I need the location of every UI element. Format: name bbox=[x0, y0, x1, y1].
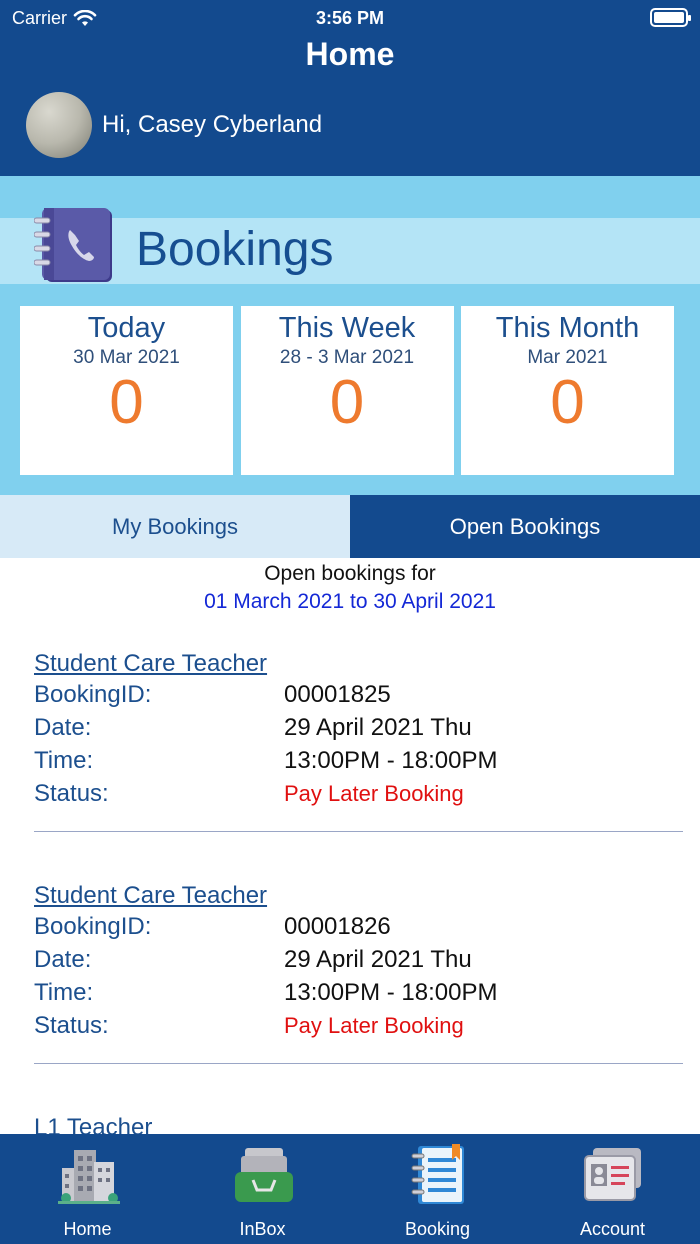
booking-item: Student Care Teacher BookingID: 00001825… bbox=[34, 650, 683, 810]
status-time: 3:56 PM bbox=[315, 8, 385, 28]
booking-date: 29 April 2021 Thu bbox=[284, 945, 472, 973]
card-title: This Week bbox=[278, 312, 416, 344]
field-label: Status: bbox=[34, 779, 109, 807]
booking-status: Pay Later Booking bbox=[284, 780, 464, 806]
avatar[interactable] bbox=[26, 92, 92, 158]
range-dates: 01 March 2021 to 30 April 2021 bbox=[204, 590, 496, 613]
booking-title-link[interactable]: Student Care Teacher bbox=[34, 650, 683, 678]
card-title: Today bbox=[87, 312, 166, 344]
booking-date: 29 April 2021 Thu bbox=[284, 713, 472, 741]
card-count: 0 bbox=[329, 368, 365, 437]
booking-id-row: BookingID: 00001825 bbox=[34, 678, 683, 711]
booking-status: Pay Later Booking bbox=[284, 1012, 464, 1038]
open-bookings-list[interactable]: Open bookings for 01 March 2021 to 30 Ap… bbox=[0, 558, 700, 1134]
tab-bar-home[interactable]: Home bbox=[0, 1134, 175, 1244]
booking-time-row: Time: 13:00PM - 18:00PM bbox=[34, 744, 683, 777]
booking-time: 13:00PM - 18:00PM bbox=[284, 978, 498, 1006]
divider bbox=[34, 1063, 683, 1064]
booking-item: L1 Teacher bbox=[34, 1114, 683, 1134]
card-subtitle: 28 - 3 Mar 2021 bbox=[279, 347, 415, 368]
phone-book-icon bbox=[34, 208, 112, 282]
range-label: Open bookings for bbox=[264, 562, 436, 585]
card-subtitle: 30 Mar 2021 bbox=[73, 347, 180, 368]
field-label: Date: bbox=[34, 945, 92, 973]
booking-title-link[interactable]: Student Care Teacher bbox=[34, 882, 683, 910]
notebook-icon bbox=[411, 1144, 464, 1204]
divider bbox=[34, 831, 683, 832]
field-label: Date: bbox=[34, 713, 92, 741]
tab-my-bookings[interactable]: My Bookings bbox=[0, 495, 350, 558]
battery-icon bbox=[650, 8, 691, 27]
bookings-title: Bookings bbox=[136, 223, 334, 276]
tab-bar-account[interactable]: Account bbox=[525, 1134, 700, 1244]
page-title: Home bbox=[305, 36, 395, 72]
card-title: This Month bbox=[495, 312, 640, 344]
booking-date-row: Date: 29 April 2021 Thu bbox=[34, 943, 683, 976]
tab-open-bookings[interactable]: Open Bookings bbox=[350, 495, 700, 558]
this-month-card[interactable]: This Month Mar 2021 0 bbox=[461, 306, 674, 475]
tab-bar-label: Home bbox=[63, 1219, 112, 1239]
this-week-card[interactable]: This Week 28 - 3 Mar 2021 0 bbox=[240, 306, 454, 475]
field-label: Status: bbox=[34, 1011, 109, 1039]
card-subtitle: Mar 2021 bbox=[527, 347, 608, 368]
tab-bar-label: InBox bbox=[239, 1219, 286, 1239]
buildings-icon bbox=[58, 1150, 120, 1204]
booking-time: 13:00PM - 18:00PM bbox=[284, 746, 498, 774]
booking-status-row: Status: Pay Later Booking bbox=[34, 1009, 683, 1042]
top-header: Carrier 3:56 PM Home Hi, Casey Cyberland bbox=[0, 0, 700, 176]
field-label: BookingID: bbox=[34, 912, 152, 940]
booking-id: 00001825 bbox=[284, 680, 391, 708]
greeting-text: Hi, Casey Cyberland bbox=[102, 111, 323, 138]
card-count: 0 bbox=[550, 368, 585, 437]
status-bar: Carrier 3:56 PM bbox=[0, 0, 700, 36]
field-label: BookingID: bbox=[34, 680, 152, 708]
booking-status-row: Status: Pay Later Booking bbox=[34, 777, 683, 810]
booking-tabs: My Bookings Open Bookings bbox=[0, 495, 700, 558]
field-label: Time: bbox=[34, 746, 94, 774]
booking-time-row: Time: 13:00PM - 18:00PM bbox=[34, 976, 683, 1009]
id-card-icon bbox=[584, 1148, 641, 1201]
tab-bar-inbox[interactable]: InBox bbox=[175, 1134, 350, 1244]
field-label: Time: bbox=[34, 978, 94, 1006]
bookings-panel: Bookings Today 30 Mar 2021 0 This Week 2… bbox=[0, 176, 700, 495]
bottom-tab-bar: Home InBox Booking Account bbox=[0, 1134, 700, 1244]
booking-date-row: Date: 29 April 2021 Thu bbox=[34, 711, 683, 744]
tab-bar-label: Account bbox=[579, 1219, 646, 1239]
booking-id-row: BookingID: 00001826 bbox=[34, 910, 683, 943]
tab-bar-booking[interactable]: Booking bbox=[350, 1134, 525, 1244]
booking-id: 00001826 bbox=[284, 912, 391, 940]
inbox-tray-icon bbox=[235, 1148, 293, 1202]
user-greeting-row[interactable]: Hi, Casey Cyberland bbox=[26, 92, 322, 158]
stats-cards: Today 30 Mar 2021 0 This Week 28 - 3 Mar… bbox=[20, 306, 674, 475]
booking-title-link[interactable]: L1 Teacher bbox=[34, 1114, 683, 1134]
booking-item: Student Care Teacher BookingID: 00001826… bbox=[34, 882, 683, 1042]
today-card[interactable]: Today 30 Mar 2021 0 bbox=[20, 306, 233, 475]
tab-bar-label: Booking bbox=[404, 1219, 471, 1239]
card-count: 0 bbox=[109, 368, 144, 437]
